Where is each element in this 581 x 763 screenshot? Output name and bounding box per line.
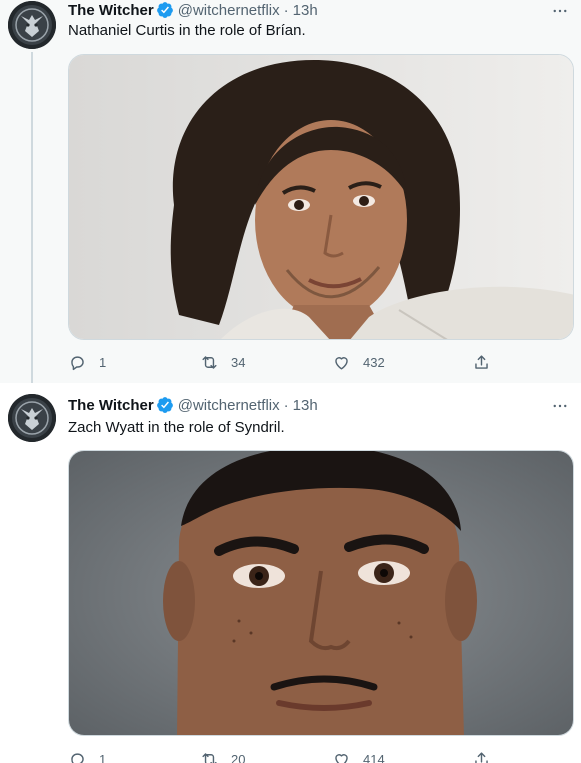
more-options-icon[interactable] bbox=[549, 395, 571, 417]
retweet-count: 34 bbox=[231, 354, 246, 370]
retweet-icon bbox=[202, 355, 217, 369]
tweet-photo[interactable] bbox=[68, 450, 574, 736]
retweet-button[interactable]: 20 bbox=[200, 747, 245, 763]
retweet-icon bbox=[202, 752, 217, 763]
verified-badge-icon bbox=[156, 1, 174, 19]
share-icon bbox=[475, 751, 488, 763]
share-button[interactable] bbox=[472, 747, 491, 763]
share-icon bbox=[475, 354, 488, 369]
tweet-text: Nathaniel Curtis in the role of Brían. bbox=[68, 22, 306, 39]
tweet[interactable]: The Witcher @witchernetflix · 13h Zach W… bbox=[0, 383, 581, 763]
tweet[interactable]: The Witcher @witchernetflix · 13h Nathan… bbox=[0, 0, 581, 383]
tweet-header: The Witcher @witchernetflix · 13h bbox=[68, 0, 318, 20]
share-button[interactable] bbox=[472, 350, 491, 374]
like-count: 414 bbox=[363, 751, 385, 763]
reply-count: 1 bbox=[99, 751, 107, 763]
reply-button[interactable]: 1 bbox=[68, 350, 106, 374]
tweet-text: Zach Wyatt in the role of Syndril. bbox=[68, 419, 285, 436]
tweet-actions: 1 34 432 bbox=[62, 350, 502, 374]
separator-dot: · bbox=[283, 1, 289, 19]
author-name[interactable]: The Witcher bbox=[68, 397, 154, 414]
more-options-icon[interactable] bbox=[549, 0, 571, 22]
witcher-logo-icon bbox=[8, 394, 56, 442]
heart-icon bbox=[335, 753, 348, 763]
avatar[interactable] bbox=[8, 1, 56, 49]
like-count: 432 bbox=[363, 354, 385, 370]
tweet-header: The Witcher @witchernetflix · 13h bbox=[68, 395, 318, 415]
timestamp[interactable]: 13h bbox=[293, 397, 318, 414]
author-handle[interactable]: @witchernetflix bbox=[178, 397, 280, 414]
reply-count: 1 bbox=[99, 354, 107, 370]
portrait-photo-icon bbox=[69, 451, 573, 735]
reply-icon bbox=[71, 355, 84, 370]
tweet-photo[interactable] bbox=[68, 54, 574, 340]
like-button[interactable]: 432 bbox=[332, 350, 385, 374]
tweet-actions: 1 20 414 bbox=[62, 747, 502, 763]
avatar[interactable] bbox=[8, 394, 56, 442]
portrait-photo-icon bbox=[69, 55, 573, 339]
author-handle[interactable]: @witchernetflix bbox=[178, 2, 280, 19]
reply-icon bbox=[71, 752, 84, 763]
author-name[interactable]: The Witcher bbox=[68, 2, 154, 19]
verified-badge-icon bbox=[156, 396, 174, 414]
thread-line bbox=[31, 52, 33, 383]
like-button[interactable]: 414 bbox=[332, 747, 385, 763]
timestamp[interactable]: 13h bbox=[293, 2, 318, 19]
reply-button[interactable]: 1 bbox=[68, 747, 106, 763]
retweet-button[interactable]: 34 bbox=[200, 350, 245, 374]
retweet-count: 20 bbox=[231, 751, 246, 763]
separator-dot: · bbox=[283, 396, 289, 414]
heart-icon bbox=[335, 356, 348, 370]
witcher-logo-icon bbox=[8, 1, 56, 49]
